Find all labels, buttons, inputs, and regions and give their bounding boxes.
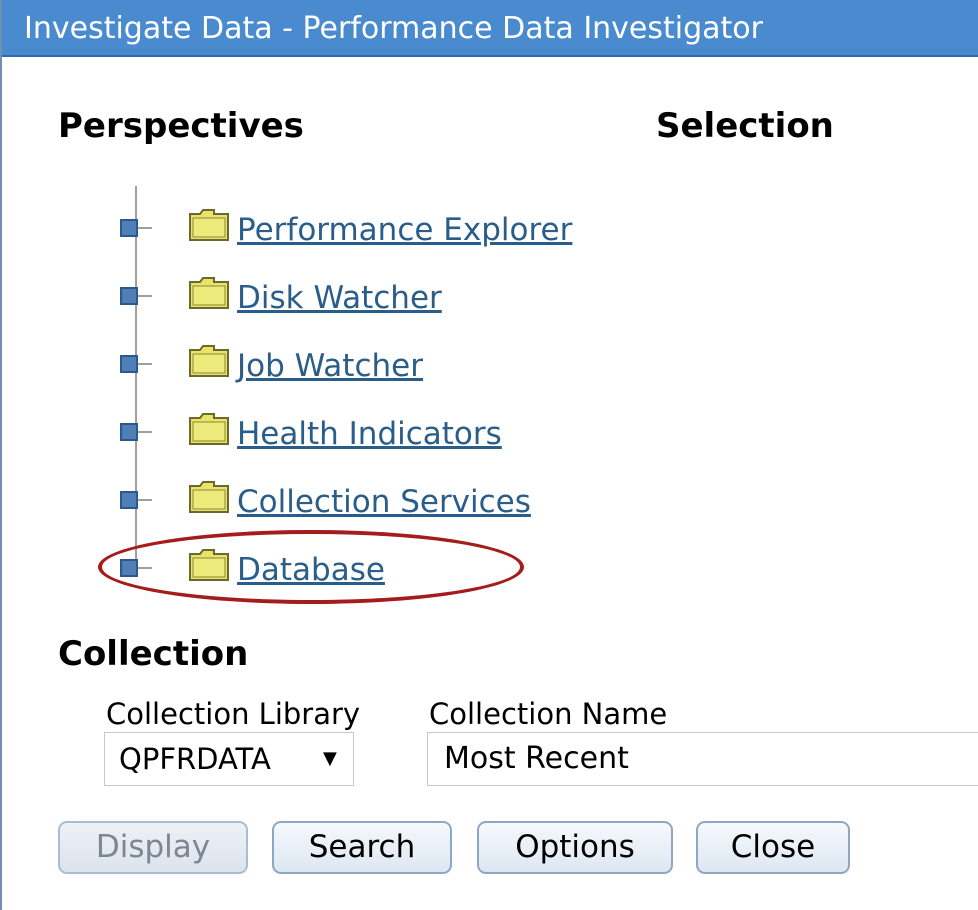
display-button[interactable]: Display [58, 821, 248, 874]
collection-heading: Collection [58, 634, 249, 674]
perspective-link[interactable]: Performance Explorer [237, 212, 572, 248]
options-button[interactable]: Options [477, 821, 673, 874]
collection-name-field[interactable]: Most Recent [427, 732, 978, 786]
collection-library-select[interactable]: QPFRDATA ▼ [104, 732, 354, 786]
close-button[interactable]: Close [696, 821, 850, 874]
folder-icon [189, 277, 229, 309]
tree-item-health-indicators[interactable]: Health Indicators [120, 406, 720, 458]
tree-branch-line [138, 431, 152, 433]
perspective-link[interactable]: Disk Watcher [237, 280, 442, 316]
folder-icon [189, 549, 229, 581]
collection-name-value: Most Recent [444, 741, 629, 776]
expand-icon[interactable] [120, 423, 138, 441]
pdi-window: Investigate Data - Performance Data Inve… [0, 0, 978, 910]
expand-icon[interactable] [120, 559, 138, 577]
tree-branch-line [138, 499, 152, 501]
folder-icon [189, 413, 229, 445]
folder-icon [189, 481, 229, 513]
tree-branch-line [138, 567, 152, 569]
collection-name-label: Collection Name [429, 697, 668, 731]
window-title: Investigate Data - Performance Data Inve… [2, 0, 978, 57]
selection-heading: Selection [656, 106, 834, 146]
expand-icon[interactable] [120, 219, 138, 237]
folder-icon [189, 345, 229, 377]
perspective-link[interactable]: Health Indicators [237, 416, 502, 452]
perspectives-heading: Perspectives [58, 106, 304, 146]
perspective-link[interactable]: Collection Services [237, 484, 531, 520]
expand-icon[interactable] [120, 287, 138, 305]
expand-icon[interactable] [120, 491, 138, 509]
collection-library-label: Collection Library [106, 697, 361, 731]
dropdown-arrow-icon[interactable]: ▼ [323, 733, 337, 785]
tree-branch-line [138, 363, 152, 365]
tree-item-disk-watcher[interactable]: Disk Watcher [120, 270, 720, 322]
collection-library-value: QPFRDATA [119, 742, 271, 776]
tree-item-collection-services[interactable]: Collection Services [120, 474, 720, 526]
tree-branch-line [138, 295, 152, 297]
expand-icon[interactable] [120, 355, 138, 373]
perspective-link[interactable]: Database [237, 552, 385, 588]
tree-item-job-watcher[interactable]: Job Watcher [120, 338, 720, 390]
tree-branch-line [138, 227, 152, 229]
tree-item-database[interactable]: Database [120, 542, 720, 594]
perspective-link[interactable]: Job Watcher [237, 348, 423, 384]
folder-icon [189, 209, 229, 241]
search-button[interactable]: Search [272, 821, 452, 874]
tree-item-performance-explorer[interactable]: Performance Explorer [120, 202, 720, 254]
